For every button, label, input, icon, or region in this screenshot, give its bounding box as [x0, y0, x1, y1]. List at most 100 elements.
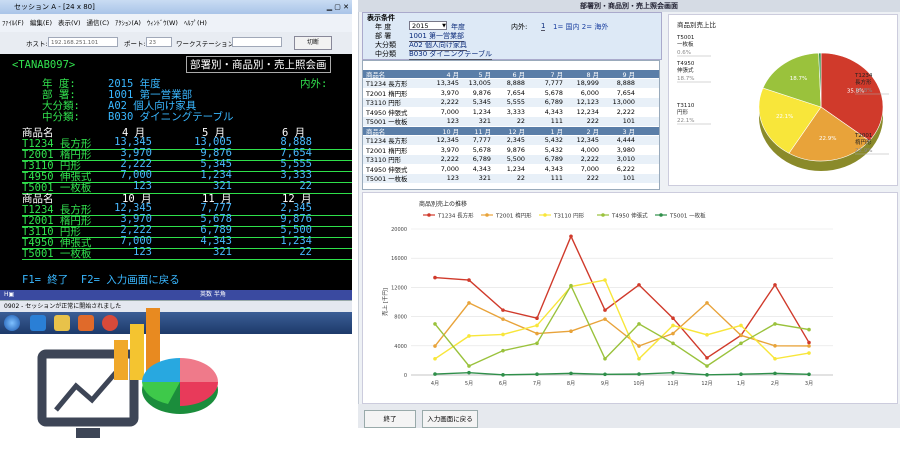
table-header-cell: 12 月: [508, 128, 525, 136]
cond-middle-label: 中分類: [375, 50, 396, 58]
table-cell: 1,234: [506, 164, 525, 173]
data-point: [807, 351, 811, 355]
back-to-input-button[interactable]: 入力画面に戻る: [422, 410, 478, 428]
data-point: [467, 301, 471, 305]
table-cell: 7,000: [440, 107, 459, 116]
table-cell: 111: [550, 174, 563, 182]
table-cell: 5,678: [544, 88, 563, 97]
menu-file[interactable]: ﾌｧｲﾙ(F): [2, 19, 24, 27]
table-cell: T4950 伸張式: [366, 108, 408, 117]
port-label: ポート:: [124, 40, 146, 48]
data-point: [807, 344, 811, 348]
exit-button[interactable]: 終了: [364, 410, 416, 428]
table-cell: 12,345: [436, 136, 459, 144]
pie-label-code: T3110: [676, 103, 695, 109]
data-point: [671, 341, 675, 346]
data-point: [467, 334, 471, 338]
x-tick-label: 12月: [701, 381, 712, 387]
window-controls-icon[interactable]: ▁ ▢ ✕: [327, 0, 349, 14]
menu-edit[interactable]: 編集(E): [30, 19, 52, 27]
table-header-cell: 8 月: [586, 71, 600, 79]
function-keys[interactable]: F1= 終了 F2= 入力画面に戻る: [22, 272, 180, 287]
term-cell: 123: [133, 246, 152, 258]
legend-entry: T1234 長方形: [437, 212, 474, 220]
data-point: [433, 275, 437, 280]
data-point: [671, 331, 675, 336]
screen-id: <TANAB097>: [12, 59, 76, 71]
disconnect-button[interactable]: 切断: [294, 36, 332, 50]
x-tick-label: 10月: [633, 381, 644, 387]
app-title: 部署別・商品別・売上照会画面: [358, 0, 900, 12]
table-cell: 4,343: [544, 164, 563, 173]
start-button-icon[interactable]: [4, 315, 20, 331]
screen-title: 部署別・商品別・売上照会画: [186, 56, 331, 73]
table-row: T2001 楕円形 3,970 5,678 9,876 5,432 4,000 3,980: [363, 145, 659, 155]
data-point: [807, 340, 811, 345]
domestic-input[interactable]: 1: [541, 22, 546, 31]
data-point: [569, 283, 573, 288]
menu-action[interactable]: ｱｸｼｮﾝ(A): [115, 19, 141, 27]
data-point: [569, 329, 573, 333]
domestic-options: 1= 国内 2= 海外: [553, 23, 609, 31]
table-cell: 123: [446, 117, 459, 125]
pie-slice-pink-icon: [180, 358, 218, 382]
table-header-row: 商品名 10 月 11 月 12 月 1 月 2 月 3 月: [363, 127, 659, 136]
table-row: T1234 長方形 13,345 13,005 8,888 7,777 18,999 8,8…: [363, 79, 659, 88]
menu-view[interactable]: 表示(V): [58, 19, 81, 27]
data-point: [535, 323, 539, 328]
legend-marker: [427, 213, 431, 217]
data-point: [603, 308, 607, 312]
ws-input[interactable]: [232, 37, 282, 47]
menu-comm[interactable]: 通信(C): [87, 19, 110, 27]
data-point: [671, 316, 675, 321]
port-input[interactable]: 23: [146, 37, 172, 47]
data-point: [705, 373, 709, 377]
data-point: [739, 333, 743, 338]
table-cell: 222: [586, 117, 599, 125]
y-tick-label: 0: [404, 373, 407, 379]
x-tick-label: 11月: [667, 381, 678, 387]
table-row: T3110 円形 2,222 5,345 5,555 6,789 12,123 13,000: [363, 98, 659, 107]
legend-marker: [659, 213, 663, 217]
table-row: T4950 伸張式 7,000 1,234 3,333 4,343 12,234 2,222: [363, 107, 659, 117]
pie-label-code: T4950: [676, 61, 695, 67]
menu-help[interactable]: ﾍﾙﾌﾟ(H): [184, 19, 207, 27]
table-header-cell: 2 月: [586, 128, 600, 136]
x-tick-label: 1月: [737, 381, 745, 387]
x-tick-label: 8月: [567, 381, 575, 387]
table-cell: 101: [622, 174, 635, 182]
host-label: ホスト:: [26, 40, 48, 48]
data-point: [773, 283, 777, 287]
table-cell: 6,789: [544, 98, 563, 106]
table-cell: 12,345: [576, 136, 599, 144]
table-header-cell: 7 月: [550, 71, 564, 79]
data-point: [501, 308, 505, 312]
terminal-screen: <TANAB097> 部署別・商品別・売上照会画 年 度: 2015 年度 内外…: [0, 54, 352, 294]
menu-window[interactable]: ｳｨﾝﾄﾞｳ(W): [147, 19, 178, 27]
terminal-titlebar: セッション A - [24 x 80] ▁ ▢ ✕: [0, 0, 352, 14]
middle-value: B030 ダイニングテーブル: [409, 50, 492, 60]
table-header-cell: 10 月: [442, 128, 459, 136]
data-point: [637, 344, 641, 348]
table-cell: 2,222: [440, 98, 459, 106]
data-point: [807, 372, 811, 377]
series-line: [434, 301, 810, 347]
table-cell: 6,789: [472, 155, 491, 163]
data-point: [467, 364, 471, 368]
bar-icon-1: [114, 340, 128, 380]
data-point: [739, 372, 743, 376]
table-row: T2001 楕円形 3,970 9,876 7,654 5,678 6,000 7,654: [363, 88, 659, 98]
legend-marker: [485, 213, 489, 217]
table-cell: 7,654: [506, 88, 525, 97]
table-cell: 321: [478, 117, 491, 125]
table-header-row: 商品名 4 月 5 月 6 月 7 月 8 月 9 月: [363, 70, 659, 79]
data-point: [705, 301, 709, 305]
term-middle-label: 中分類:: [42, 111, 80, 123]
term-middle-value: B030 ダイニングテーブル: [108, 111, 234, 123]
table-cell: T5001 一枚板: [366, 175, 408, 183]
year-select[interactable]: 2015 ▼: [409, 21, 447, 30]
host-input[interactable]: 192.168.251.101: [48, 37, 118, 47]
bottom-button-bar: 終了 入力画面に戻る: [358, 404, 900, 428]
pie-label-code: T5001: [676, 35, 694, 41]
year-select-value: 2015: [412, 22, 429, 30]
